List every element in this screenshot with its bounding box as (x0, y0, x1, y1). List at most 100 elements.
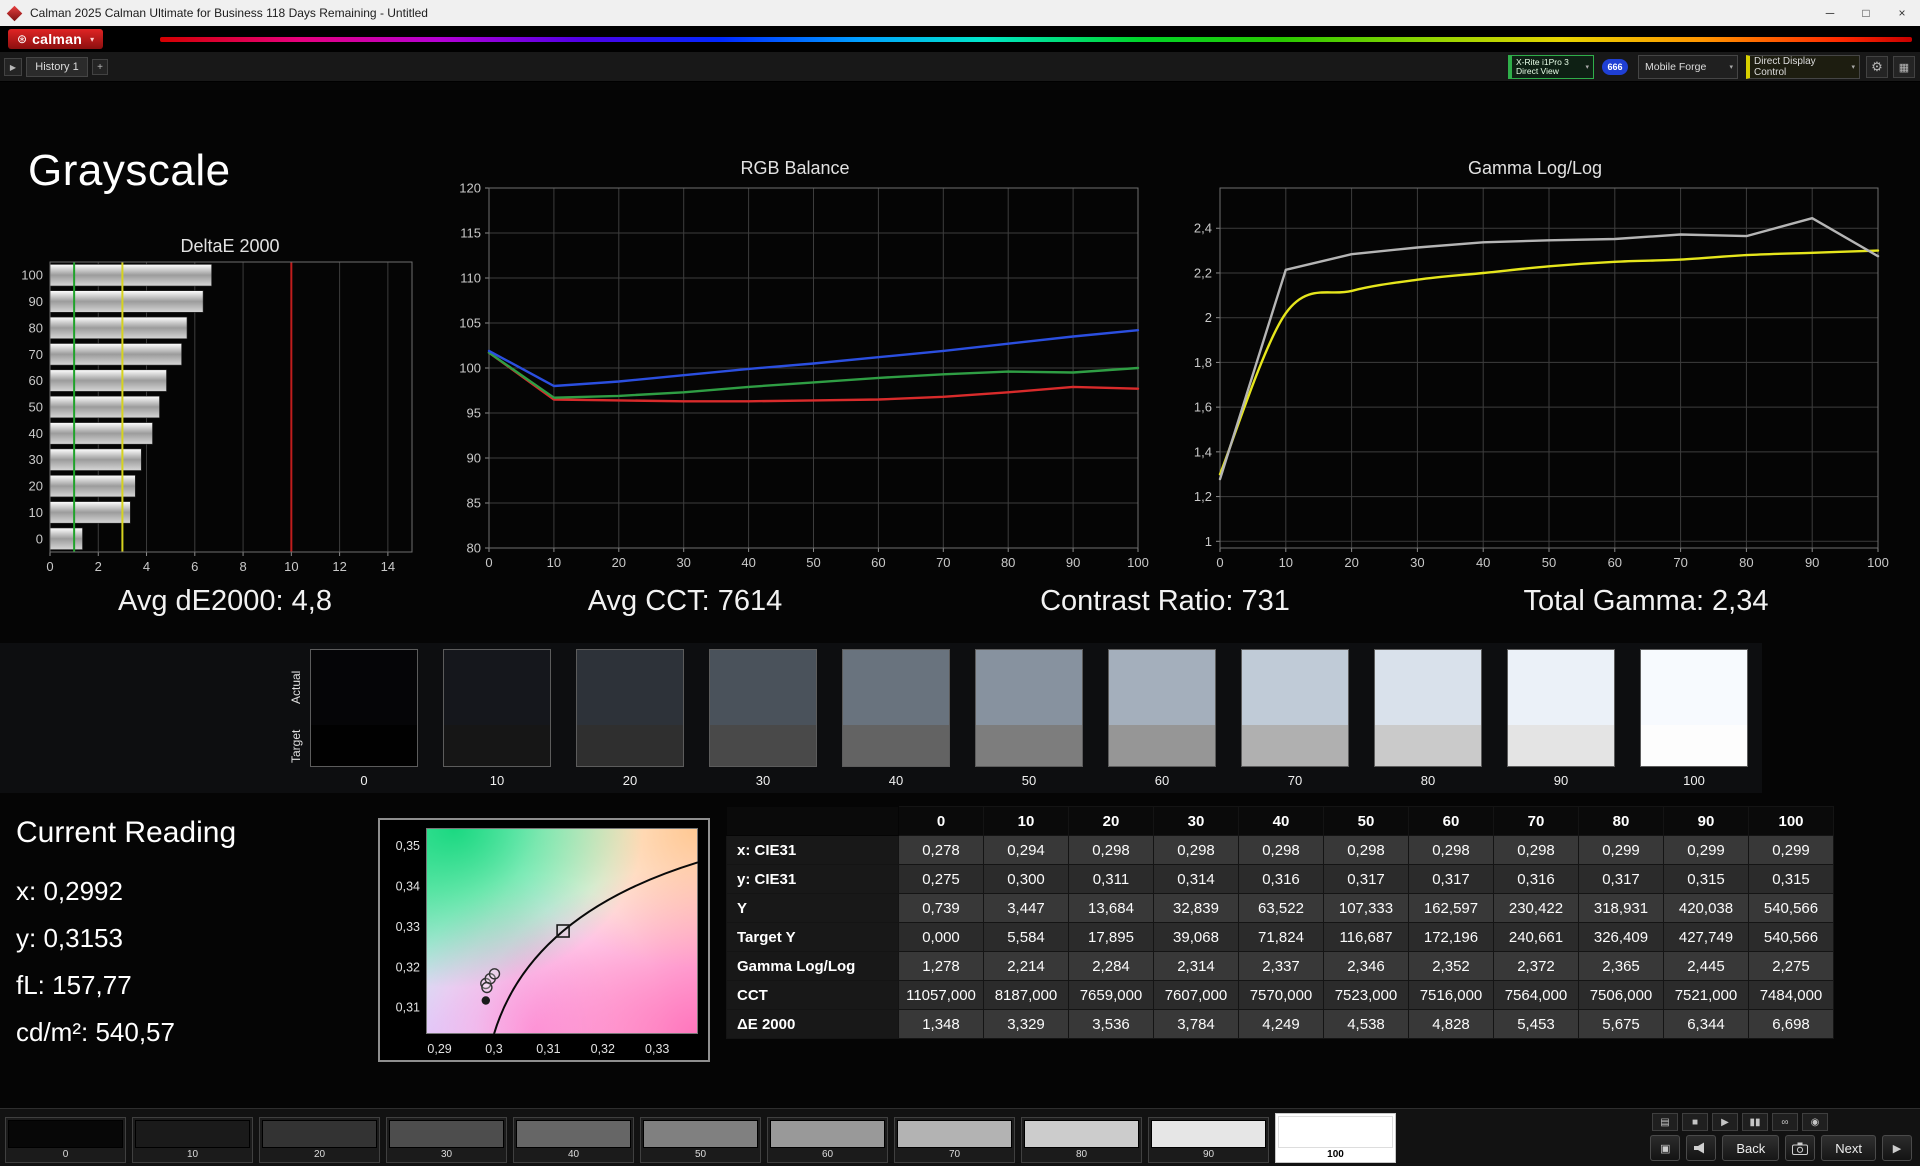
swatch-10: 10 (443, 649, 551, 788)
add-history-button[interactable]: + (92, 59, 108, 75)
swatch-actual (576, 649, 684, 725)
pattern-button-90[interactable]: 90 (1148, 1117, 1269, 1163)
table-cell: 7521,000 (1663, 980, 1749, 1010)
swatch-panel: Actual Target 0 10 20 30 40 50 60 70 80 90 100 (0, 643, 1762, 793)
svg-text:0,33: 0,33 (396, 920, 420, 934)
pattern-label: 50 (694, 1149, 707, 1160)
display-control-dropdown[interactable]: Direct Display Control ▾ (1746, 55, 1860, 79)
table-row: y: CIE31 0,275 0,300 0,311 0,314 0,316 0,317 0,… (726, 864, 1834, 894)
table-cell: 0,739 (898, 893, 984, 923)
title-bar: Calman 2025 Calman Ultimate for Business… (0, 0, 1920, 26)
play-icon: ▶ (1721, 1116, 1729, 1128)
swatch-actual (842, 649, 950, 725)
pattern-button-70[interactable]: 70 (894, 1117, 1015, 1163)
meter-dropdown[interactable]: X-Rite i1Pro 3 Direct View ▾ (1508, 55, 1594, 79)
swatch-target (1507, 725, 1615, 767)
pattern-source-dropdown[interactable]: Mobile Forge ▾ (1638, 55, 1738, 79)
stop-button[interactable]: ■ (1682, 1113, 1708, 1131)
svg-text:60: 60 (871, 555, 885, 570)
table-cell: 0,000 (898, 922, 984, 952)
table-cell: 0,300 (983, 864, 1069, 894)
table-cell: 0,299 (1663, 835, 1749, 865)
svg-text:2,4: 2,4 (1194, 221, 1212, 236)
pattern-button-100[interactable]: 100 (1275, 1113, 1396, 1163)
table-cell: 0,317 (1578, 864, 1664, 894)
table-cell: 71,824 (1238, 922, 1324, 952)
swatch-label: 30 (755, 773, 771, 788)
chevron-down-icon: ▾ (90, 34, 95, 44)
camera-button[interactable] (1785, 1135, 1816, 1161)
row-label: CCT (726, 980, 899, 1010)
svg-text:95: 95 (467, 406, 481, 421)
table-cell: 4,249 (1238, 1009, 1324, 1039)
swatch-label: 80 (1420, 773, 1436, 788)
gamma-chart: 0 10 20 30 40 50 60 70 80 90 100 1 1,2 1,4 1,6 1,8 2 2,2 2… (1180, 180, 1890, 578)
continuous-button[interactable]: ∞ (1772, 1113, 1798, 1131)
next-button[interactable]: Next (1821, 1135, 1876, 1161)
advance-button[interactable]: ▶ (1882, 1135, 1912, 1161)
calman-logo-button[interactable]: ⊛ calman ▾ (8, 29, 104, 49)
monitor-button[interactable]: ▤ (1652, 1113, 1678, 1131)
svg-text:20: 20 (612, 555, 626, 570)
svg-text:90: 90 (1805, 555, 1819, 570)
pattern-button-60[interactable]: 60 (767, 1117, 888, 1163)
swatch-target (1241, 725, 1349, 767)
play-button[interactable]: ▶ (1712, 1113, 1738, 1131)
table-cell: 1,278 (898, 951, 984, 981)
table-cell: 7506,000 (1578, 980, 1664, 1010)
svg-text:30: 30 (676, 555, 690, 570)
swatch-target (709, 725, 817, 767)
swatch-target (576, 725, 684, 767)
svg-text:0: 0 (485, 555, 492, 570)
back-button[interactable]: Back (1722, 1135, 1780, 1161)
swatch-target (842, 725, 950, 767)
pattern-button-50[interactable]: 50 (640, 1117, 761, 1163)
pattern-button-0[interactable]: 0 (5, 1117, 126, 1163)
settings-gear-button[interactable]: ⚙ (1866, 56, 1888, 78)
eye-button[interactable]: ◉ (1802, 1113, 1828, 1131)
svg-text:110: 110 (460, 271, 481, 286)
table-cell: 0,298 (1153, 835, 1239, 865)
swatch-actual (1640, 649, 1748, 725)
minimize-button[interactable]: ─ (1812, 0, 1848, 26)
pattern-label: 90 (1202, 1149, 1215, 1160)
svg-text:100: 100 (459, 361, 481, 376)
svg-text:0,32: 0,32 (396, 960, 420, 974)
svg-text:1,4: 1,4 (1194, 444, 1212, 459)
table-col-header: 80 (1578, 806, 1664, 836)
meter-status-badge: 666 (1602, 59, 1628, 75)
speaker-button[interactable] (1686, 1135, 1717, 1161)
table-cell: 116,687 (1323, 922, 1409, 952)
table-col-header: 100 (1748, 806, 1834, 836)
swatch-actual (1108, 649, 1216, 725)
cie-chromaticity-chart: 0,29 0,3 0,31 0,32 0,33 0,31 0,32 0,33 0,34 0,35 (378, 818, 710, 1062)
pattern-label: 100 (1327, 1149, 1344, 1160)
svg-text:0,3: 0,3 (485, 1042, 502, 1056)
tab-history-1[interactable]: History 1 (26, 57, 88, 77)
table-cell: 0,294 (983, 835, 1069, 865)
pattern-swatch (897, 1120, 1012, 1148)
svg-text:30: 30 (29, 452, 43, 467)
pattern-label: 70 (948, 1149, 961, 1160)
pattern-button-80[interactable]: 80 (1021, 1117, 1142, 1163)
pattern-button-10[interactable]: 10 (132, 1117, 253, 1163)
layout-panel-button[interactable]: ▦ (1893, 56, 1915, 78)
pattern-button-40[interactable]: 40 (513, 1117, 634, 1163)
svg-text:2: 2 (1205, 310, 1212, 325)
svg-text:50: 50 (29, 400, 43, 415)
swatch-label: 50 (1021, 773, 1037, 788)
svg-text:10: 10 (29, 505, 43, 520)
pattern-button-20[interactable]: 20 (259, 1117, 380, 1163)
pattern-swatch (1278, 1116, 1393, 1148)
pattern-button-30[interactable]: 30 (386, 1117, 507, 1163)
avg-cct-stat: Avg CCT: 7614 (587, 585, 783, 617)
pattern-label: 40 (567, 1149, 580, 1160)
close-button[interactable]: × (1884, 0, 1920, 26)
pattern-swatch (1024, 1120, 1139, 1148)
expand-panel-button[interactable]: ▶ (4, 58, 22, 76)
pause-button[interactable]: ▮▮ (1742, 1113, 1768, 1131)
svg-text:70: 70 (1673, 555, 1687, 570)
pattern-swatch (135, 1120, 250, 1148)
display-window-button[interactable]: ▣ (1650, 1135, 1681, 1161)
maximize-button[interactable]: □ (1848, 0, 1884, 26)
